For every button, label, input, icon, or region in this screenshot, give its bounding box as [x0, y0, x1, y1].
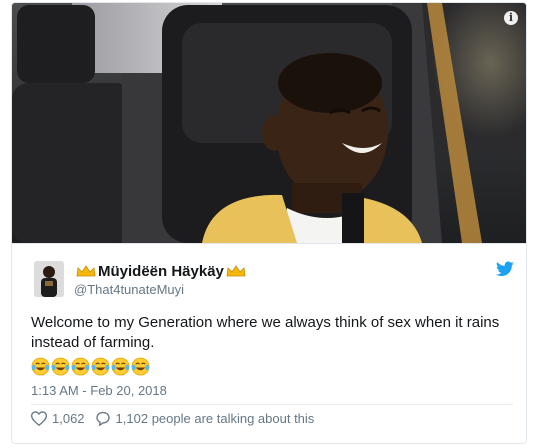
info-icon[interactable]: i [504, 11, 518, 25]
tweet-timestamp[interactable]: 1:13 AM - Feb 20, 2018 [31, 383, 167, 398]
media-divider [12, 243, 526, 244]
actions-divider [31, 404, 513, 405]
avatar[interactable] [34, 261, 64, 297]
reply-bubble-icon[interactable] [95, 411, 111, 426]
twitter-bird-icon[interactable] [496, 261, 514, 277]
author-handle[interactable]: @That4tunateMuyi [74, 282, 248, 297]
author-name[interactable]: Müyidëën Häykäy [98, 263, 224, 280]
tweet-text: Welcome to my Generation where we always… [31, 314, 500, 351]
tweet-actions: 1,062 1,102 people are talking about thi… [31, 411, 324, 426]
tweet-media-image[interactable]: i [12, 3, 526, 243]
tears-of-joy-emoji-icon [91, 357, 110, 376]
tears-of-joy-emoji-icon [111, 357, 130, 376]
tears-of-joy-emoji-icon [31, 357, 50, 376]
tears-of-joy-emoji-icon [71, 357, 90, 376]
conversation-action[interactable]: 1,102 people are talking about this [95, 411, 315, 426]
tweet-embed-card[interactable]: i Müyidëën Häykäy @That4tunateMuyi Welco… [11, 2, 527, 444]
tears-of-joy-emoji-icon [131, 357, 150, 376]
author-block[interactable]: Müyidëën Häykäy @That4tunateMuyi [74, 261, 248, 297]
crown-icon [226, 265, 246, 277]
emoji-row [31, 357, 150, 376]
crown-icon [76, 265, 96, 277]
like-action[interactable]: 1,062 [31, 411, 85, 426]
tears-of-joy-emoji-icon [51, 357, 70, 376]
talking-count[interactable]: 1,102 people are talking about this [116, 411, 315, 426]
avatar-image [34, 261, 64, 297]
like-count[interactable]: 1,062 [52, 411, 85, 426]
car-interior-photo [12, 3, 526, 243]
author-name-row[interactable]: Müyidëën Häykäy [74, 261, 248, 281]
heart-icon[interactable] [31, 411, 47, 426]
